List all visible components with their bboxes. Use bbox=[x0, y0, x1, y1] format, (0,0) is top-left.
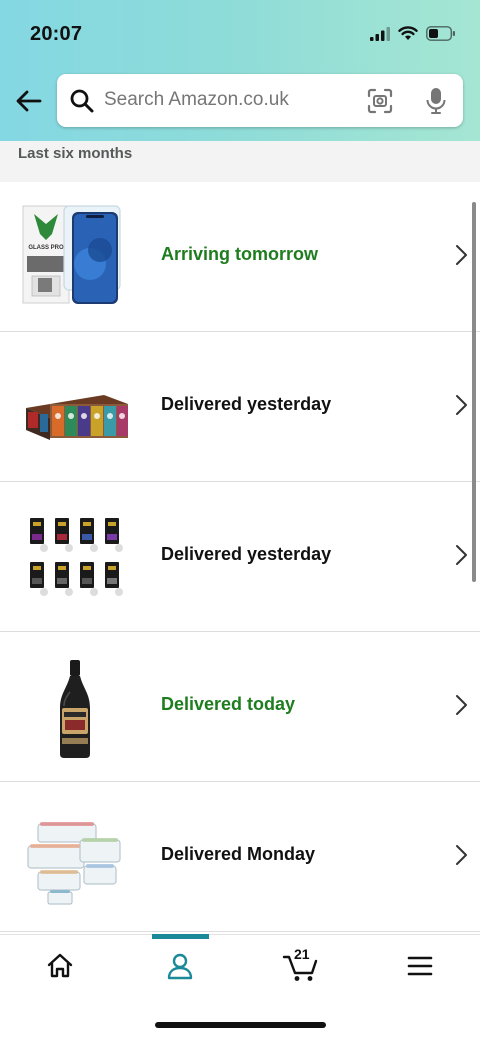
tab-home[interactable] bbox=[0, 935, 120, 1000]
order-status: Delivered yesterday bbox=[161, 394, 332, 414]
search-bar[interactable] bbox=[57, 74, 463, 127]
screen-protector-product: GLASS PRO bbox=[22, 205, 121, 304]
section-header: Last six months bbox=[0, 141, 480, 182]
chevron-right-icon[interactable] bbox=[455, 394, 469, 416]
coffee-capsules-product bbox=[30, 518, 123, 596]
hamburger-menu-icon bbox=[407, 956, 433, 976]
search-icon bbox=[70, 89, 94, 113]
order-row[interactable]: Delivered today bbox=[0, 632, 480, 782]
signal-icon bbox=[370, 26, 390, 41]
svg-text:GLASS PRO: GLASS PRO bbox=[28, 245, 64, 251]
chevron-right-icon[interactable] bbox=[455, 844, 469, 866]
tab-cart[interactable]: 21 bbox=[240, 935, 360, 1000]
back-arrow-icon[interactable] bbox=[14, 86, 44, 116]
search-input[interactable] bbox=[104, 86, 354, 114]
order-status: Delivered yesterday bbox=[161, 544, 332, 564]
chevron-right-icon[interactable] bbox=[455, 544, 469, 566]
order-row[interactable]: Delivered yesterday bbox=[0, 482, 480, 632]
camera-scan-icon[interactable] bbox=[367, 88, 393, 114]
food-containers-product bbox=[27, 822, 121, 905]
order-status: Delivered Monday bbox=[161, 844, 316, 864]
order-row[interactable]: GLASS PRO Arriving tomorrow bbox=[0, 182, 480, 332]
liqueur-bottle-product bbox=[60, 660, 90, 758]
battery-icon bbox=[426, 26, 455, 41]
order-row[interactable]: Delivered Monday bbox=[0, 782, 480, 932]
chevron-right-icon[interactable] bbox=[455, 694, 469, 716]
cart-icon bbox=[282, 955, 318, 981]
coffee-capsule-boxes-product bbox=[26, 395, 128, 440]
status-icons bbox=[370, 26, 456, 41]
wifi-icon bbox=[398, 26, 418, 40]
section-title: Last six months bbox=[18, 145, 133, 162]
account-icon bbox=[167, 953, 193, 980]
chevron-right-icon[interactable] bbox=[455, 244, 469, 266]
order-list: GLASS PRO Arriving tomorrow Delivered ye… bbox=[0, 182, 480, 932]
microphone-icon[interactable] bbox=[425, 87, 447, 115]
order-status: Delivered today bbox=[161, 694, 296, 714]
home-icon bbox=[47, 953, 73, 978]
home-indicator[interactable] bbox=[155, 1022, 326, 1028]
tab-menu[interactable] bbox=[360, 935, 480, 1000]
tab-account[interactable] bbox=[120, 935, 240, 1000]
app-header: 20:07 bbox=[0, 0, 480, 141]
order-row[interactable]: Delivered yesterday bbox=[0, 332, 480, 482]
status-time: 20:07 bbox=[30, 23, 83, 45]
scrollbar[interactable] bbox=[472, 202, 476, 582]
order-status: Arriving tomorrow bbox=[161, 244, 319, 264]
